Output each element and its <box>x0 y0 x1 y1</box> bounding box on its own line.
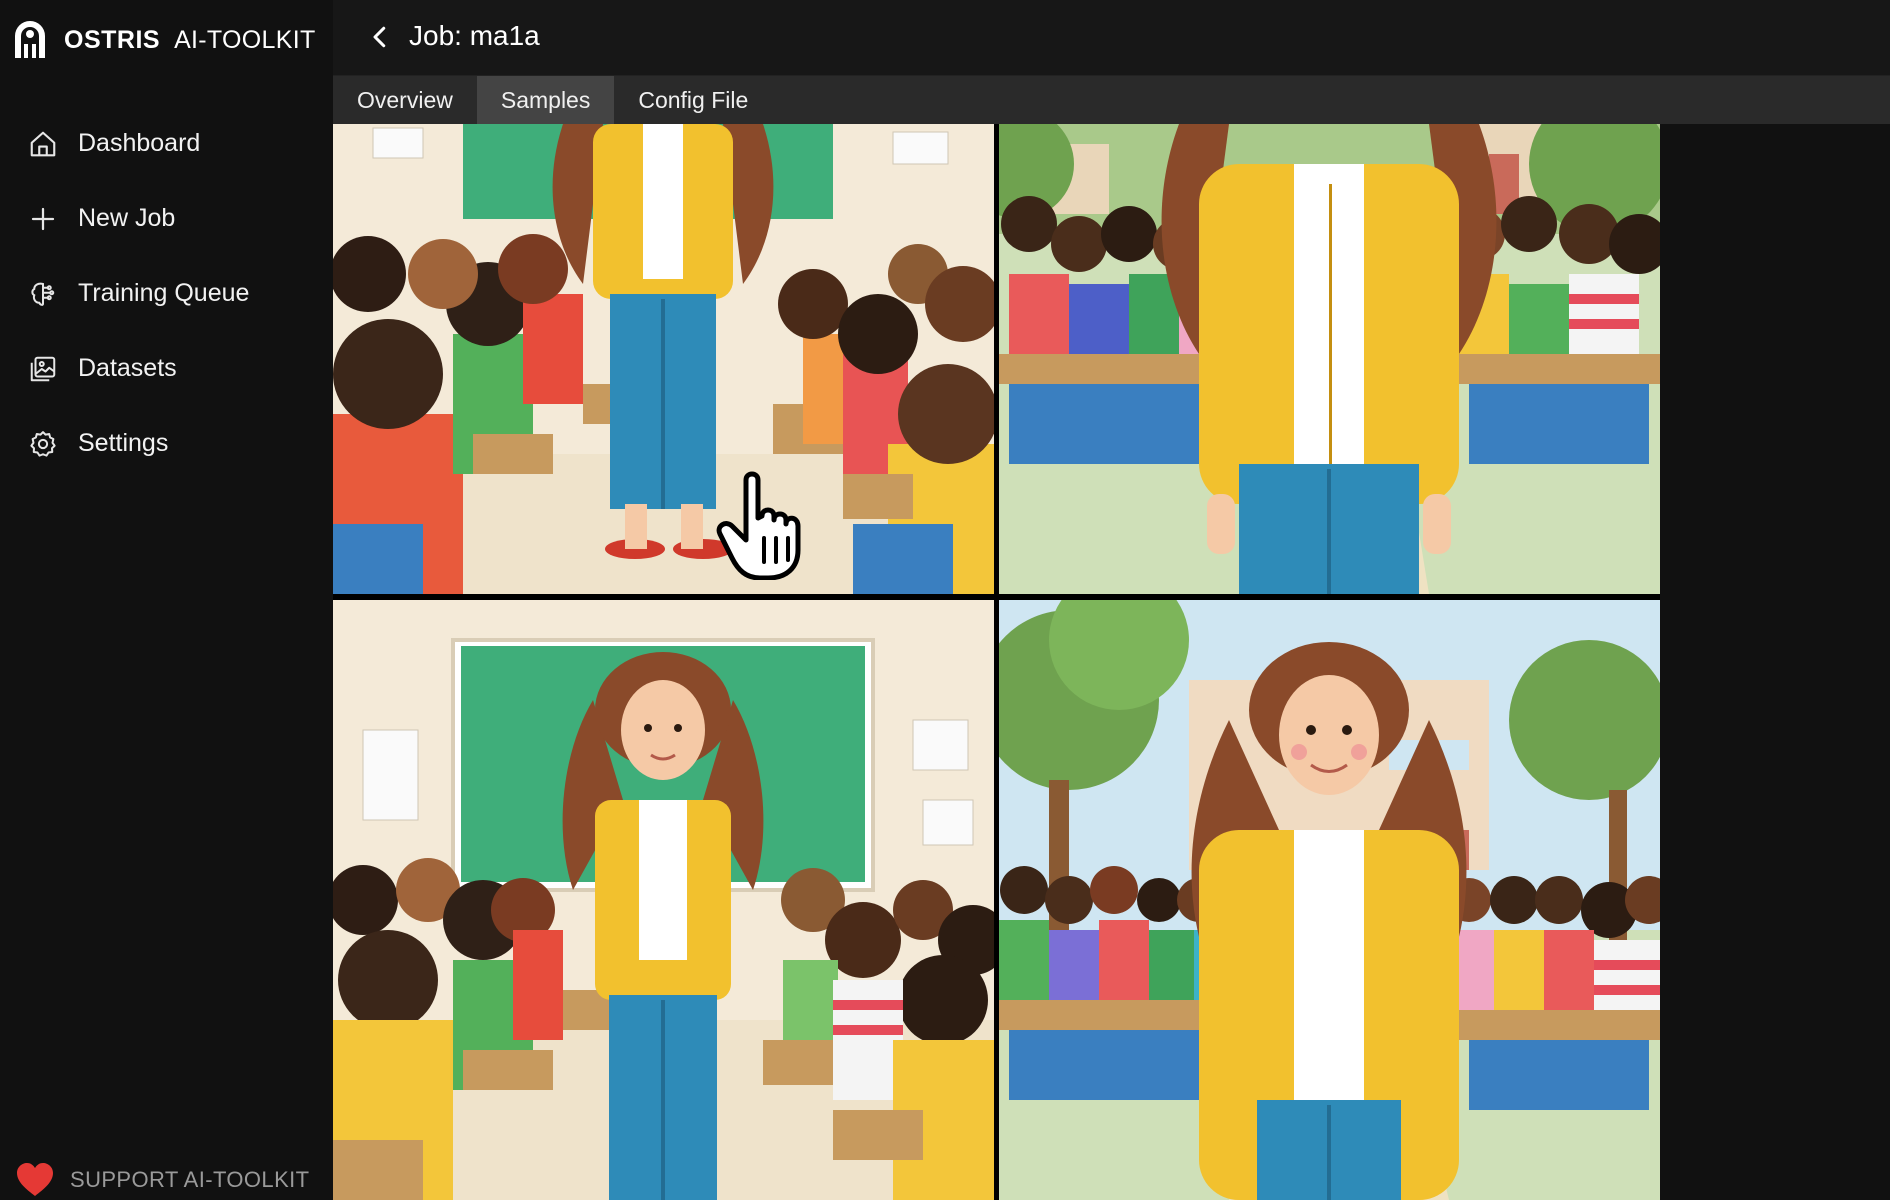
samples-grid <box>333 124 1660 1200</box>
page-title: Job: ma1a <box>409 20 540 51</box>
sidebar-item-new-job[interactable]: New Job <box>0 181 333 256</box>
brand-subtitle: AI-TOOLKIT <box>174 25 316 54</box>
sidebar: OSTRIS AI-TOOLKIT Dashboard New Job Trai… <box>0 0 333 1200</box>
ostris-logo-icon <box>15 21 45 58</box>
gear-icon <box>30 430 56 457</box>
sample-image[interactable] <box>999 600 1660 1200</box>
chevron-left-icon[interactable] <box>365 22 395 52</box>
heart-icon <box>17 1163 53 1196</box>
sample-image[interactable] <box>333 124 994 594</box>
sidebar-item-label: Training Queue <box>78 279 250 307</box>
images-icon <box>30 356 56 381</box>
tab-samples[interactable]: Samples <box>476 76 615 124</box>
tab-config-file[interactable]: Config File <box>614 76 772 124</box>
sample-image[interactable] <box>999 124 1660 594</box>
sidebar-item-dashboard[interactable]: Dashboard <box>0 106 333 181</box>
sidebar-item-label: Dashboard <box>78 129 201 157</box>
support-link[interactable]: SUPPORT AI-TOOLKIT <box>16 1160 310 1200</box>
sidebar-item-settings[interactable]: Settings <box>0 406 333 481</box>
top-bar: Job: ma1a <box>333 0 1890 76</box>
sidebar-nav: Dashboard New Job Training Queue Dataset… <box>0 106 333 481</box>
sidebar-item-label: Datasets <box>78 354 177 382</box>
sidebar-item-label: New Job <box>78 204 176 232</box>
brand-name: OSTRIS <box>64 25 161 54</box>
home-icon <box>30 131 56 156</box>
sidebar-item-datasets[interactable]: Datasets <box>0 331 333 406</box>
sample-image[interactable] <box>333 600 994 1200</box>
hand-pointer-icon <box>716 471 801 580</box>
tab-overview[interactable]: Overview <box>333 76 477 124</box>
support-label: SUPPORT AI-TOOLKIT <box>70 1167 310 1192</box>
tab-bar: Overview Samples Config File <box>333 76 1890 124</box>
plus-icon <box>31 207 55 230</box>
brand[interactable]: OSTRIS AI-TOOLKIT <box>14 18 316 62</box>
brain-icon <box>31 282 55 306</box>
sidebar-item-training-queue[interactable]: Training Queue <box>0 256 333 331</box>
sidebar-item-label: Settings <box>78 429 169 457</box>
